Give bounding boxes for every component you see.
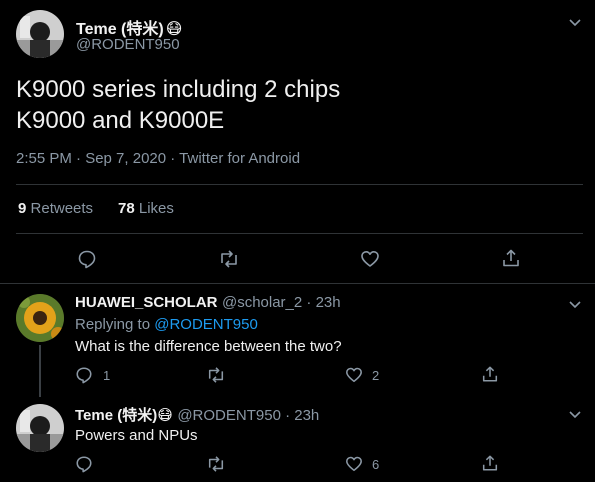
- like-icon[interactable]: [360, 249, 380, 269]
- reply2-retweet-icon[interactable]: [206, 455, 226, 473]
- divider: [16, 233, 583, 234]
- author-avatar[interactable]: [16, 10, 64, 58]
- retweets-count: 9: [18, 200, 27, 217]
- author-handle[interactable]: @RODENT950: [76, 36, 180, 53]
- reply1-handle-time[interactable]: @scholar_2 · 23h: [222, 294, 341, 311]
- reply1-like-count: 2: [372, 368, 380, 383]
- reply2-share-icon[interactable]: [481, 454, 499, 472]
- reply1-retweet-icon[interactable]: [206, 366, 226, 384]
- reply1-share-icon[interactable]: [481, 365, 499, 383]
- reply2-handle-time[interactable]: @RODENT950 · 23h: [177, 407, 319, 424]
- reply1-like-icon[interactable]: [345, 366, 363, 384]
- reply1-avatar[interactable]: [16, 294, 64, 342]
- likes-stat[interactable]: 78 Likes: [118, 200, 174, 217]
- divider: [0, 283, 595, 284]
- share-icon[interactable]: [501, 248, 521, 268]
- chevron-down-icon[interactable]: [567, 406, 583, 422]
- reply1-reply-count: 1: [103, 368, 111, 383]
- chevron-down-icon[interactable]: [567, 296, 583, 312]
- reply2-author-name[interactable]: Teme (特米)😷: [75, 407, 173, 424]
- reply2-reply-icon[interactable]: [75, 455, 93, 473]
- likes-label: Likes: [138, 200, 174, 217]
- reply2-avatar[interactable]: [16, 404, 64, 452]
- divider: [16, 184, 583, 185]
- retweet-icon[interactable]: [218, 249, 240, 269]
- likes-count: 78: [118, 200, 135, 217]
- reply1-header: HUAWEI_SCHOLAR @scholar_2 · 23h: [75, 294, 341, 312]
- reply2-like-count: 6: [372, 457, 380, 472]
- tweet-meta: 2:55 PM · Sep 7, 2020 · Twitter for Andr…: [16, 150, 301, 167]
- reply1-author-name[interactable]: HUAWEI_SCHOLAR: [75, 294, 218, 311]
- tweet-text-line-2: K9000 and K9000E: [16, 107, 225, 134]
- reply-icon[interactable]: [77, 249, 97, 269]
- mask-emoji: 😷: [157, 407, 173, 424]
- reply2-like-icon[interactable]: [345, 455, 363, 473]
- reply2-text: Powers and NPUs: [75, 427, 198, 444]
- tweet-text-line-1: K9000 series including 2 chips: [16, 76, 341, 103]
- retweets-label: Retweets: [30, 200, 94, 217]
- reply-thread-line: [39, 345, 41, 397]
- reply2-header: Teme (特米)😷 @RODENT950 · 23h: [75, 404, 319, 425]
- reply1-reply-icon[interactable]: [75, 366, 93, 384]
- replying-to-label: Replying to: [75, 316, 151, 333]
- tweet-text: K9000 series including 2 chips K9000 and…: [16, 74, 340, 136]
- reply1-text: What is the difference between the two?: [75, 338, 342, 355]
- reply1-replying-to: Replying to @RODENT950: [75, 316, 258, 333]
- retweets-stat[interactable]: 9 Retweets: [18, 200, 93, 217]
- reply2-author-name-text: Teme (特米): [75, 407, 158, 424]
- chevron-down-icon[interactable]: [567, 14, 583, 30]
- replying-to-handle[interactable]: @RODENT950: [154, 316, 258, 333]
